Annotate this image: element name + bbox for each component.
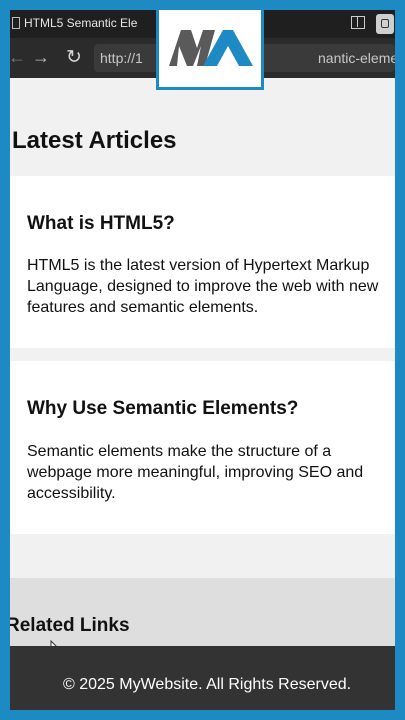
- article-body: Semantic elements make the structure of …: [27, 443, 364, 502]
- back-arrow-icon[interactable]: ←: [10, 47, 26, 68]
- split-view-icon[interactable]: [351, 16, 365, 29]
- article-title: Why Use Semantic Elements?: [27, 398, 299, 419]
- forward-arrow-icon[interactable]: →: [32, 47, 50, 68]
- brand-logo: [156, 10, 264, 90]
- article-body: HTML5 is the latest version of Hypertext…: [27, 257, 379, 316]
- related-links-heading: Related Links: [10, 615, 130, 636]
- latest-articles-heading: Latest Articles: [12, 127, 177, 154]
- reload-icon[interactable]: ↻: [66, 46, 82, 69]
- url-prefix: http://1: [100, 50, 143, 66]
- page-footer: © 2025 MyWebsite. All Rights Reserved.: [10, 646, 395, 710]
- copyright-text: © 2025 MyWebsite. All Rights Reserved.: [63, 676, 352, 693]
- url-suffix: nantic-elements.html: [318, 50, 395, 66]
- ma-logo-icon: [169, 30, 253, 66]
- article-title: What is HTML5?: [27, 213, 175, 234]
- browser-window: HTML5 Semantic Ele ← → ↻ http://1 nantic…: [10, 10, 395, 710]
- lock-icon[interactable]: [376, 14, 394, 34]
- article-card: What is HTML5? HTML5 is the latest versi…: [10, 176, 395, 348]
- article-card: Why Use Semantic Elements? Semantic elem…: [10, 361, 395, 534]
- page-content: Latest Articles What is HTML5? HTML5 is …: [10, 78, 395, 668]
- tab-title[interactable]: HTML5 Semantic Ele: [24, 16, 137, 30]
- page-icon: [12, 17, 20, 29]
